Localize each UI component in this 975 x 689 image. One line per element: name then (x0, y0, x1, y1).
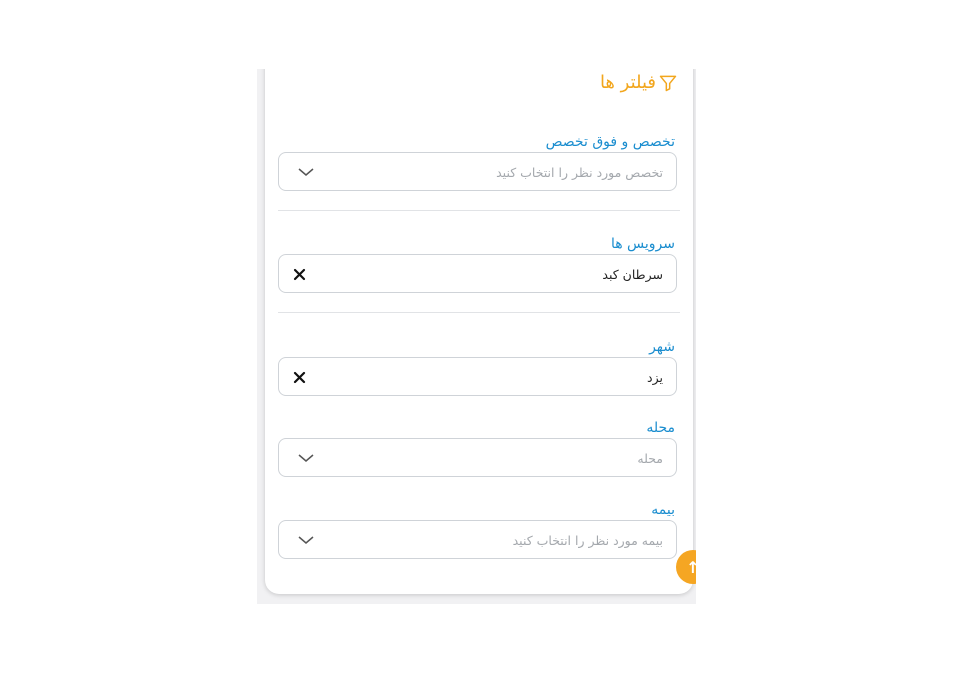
insurance-label: بیمه (651, 502, 675, 518)
specialty-placeholder: تخصص مورد نظر را انتخاب کنید (496, 165, 663, 180)
city-selected-value: یزد (647, 370, 663, 385)
chevron-down-icon (298, 168, 314, 176)
insurance-select[interactable]: بیمه مورد نظر را انتخاب کنید (278, 520, 677, 559)
filters-card: فیلتر ها تخصص و فوق تخصص تخصص مورد نظر ر… (265, 69, 693, 594)
mobile-viewport: فیلتر ها تخصص و فوق تخصص تخصص مورد نظر ر… (257, 69, 696, 604)
services-select[interactable]: سرطان کبد (278, 254, 677, 293)
city-label: شهر (649, 339, 675, 355)
neighborhood-placeholder: محله (637, 451, 663, 466)
filters-header: فیلتر ها (600, 72, 678, 93)
specialty-label: تخصص و فوق تخصص (545, 134, 675, 150)
insurance-placeholder: بیمه مورد نظر را انتخاب کنید (512, 533, 663, 548)
neighborhood-label: محله (646, 420, 675, 436)
arrow-up-icon: ↑ (686, 557, 696, 577)
neighborhood-select[interactable]: محله (278, 438, 677, 477)
divider (278, 312, 680, 313)
filters-title: فیلتر ها (599, 72, 656, 93)
clear-city-icon[interactable] (293, 371, 306, 384)
divider (278, 210, 680, 211)
services-selected-value: سرطان کبد (602, 267, 663, 282)
services-label: سرویس ها (610, 236, 675, 252)
chevron-down-icon (298, 454, 314, 462)
specialty-select[interactable]: تخصص مورد نظر را انتخاب کنید (278, 152, 677, 191)
clear-services-icon[interactable] (293, 268, 306, 281)
filter-icon (659, 75, 677, 91)
chevron-down-icon (298, 536, 314, 544)
city-select[interactable]: یزد (278, 357, 677, 396)
